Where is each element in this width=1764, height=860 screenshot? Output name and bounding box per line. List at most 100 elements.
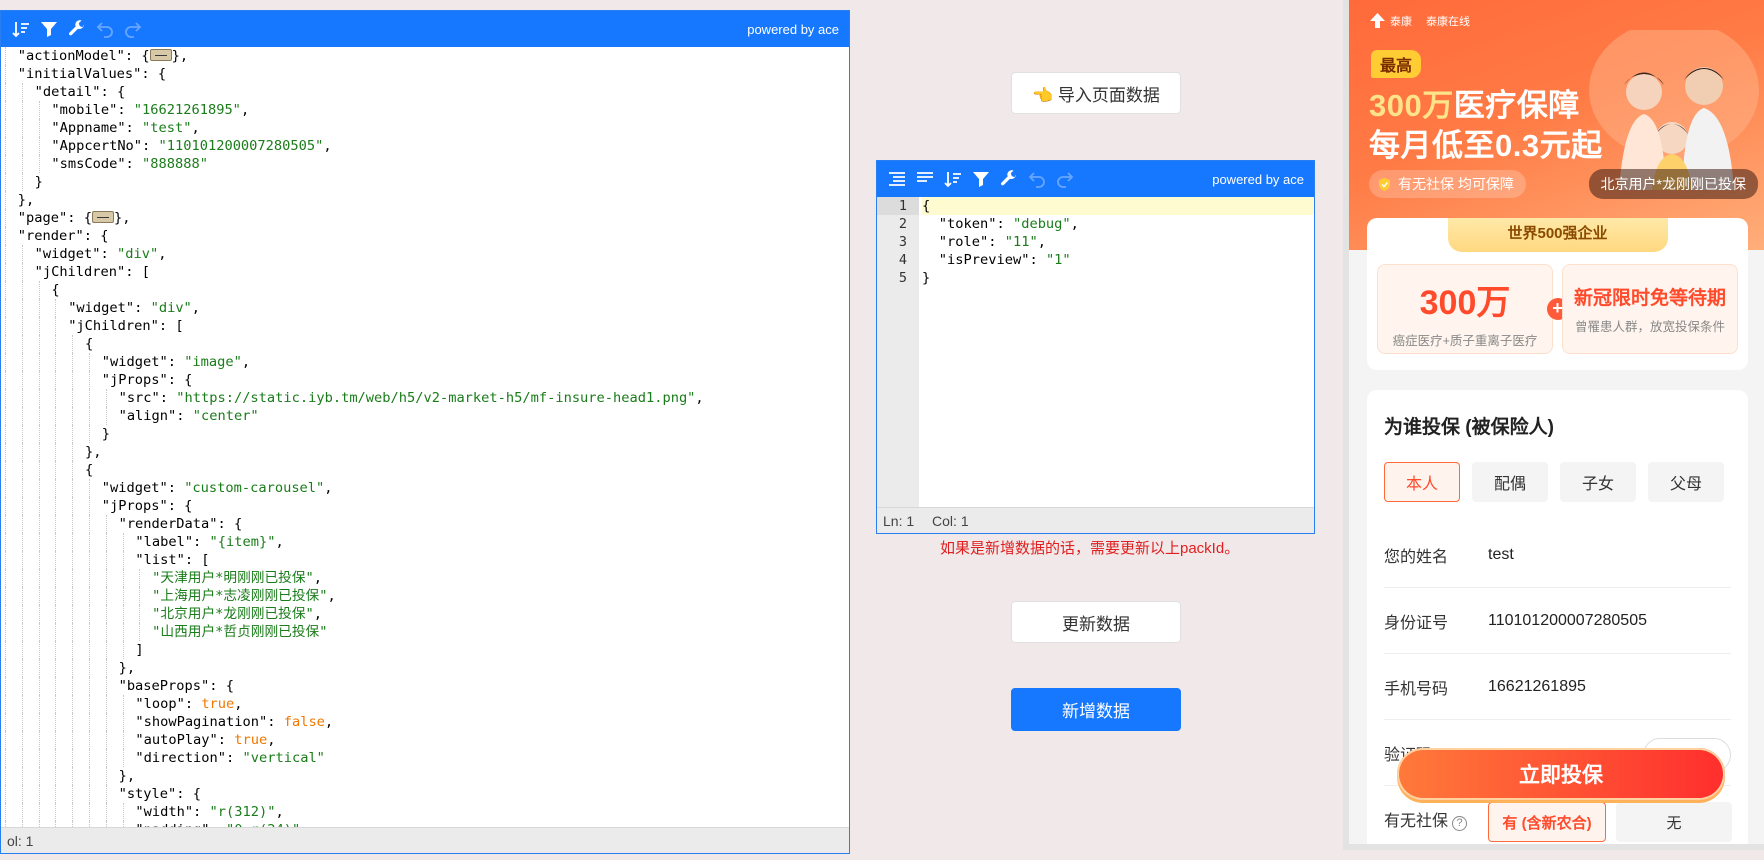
phone-field[interactable]: 16621261895 (1488, 678, 1586, 696)
params-json-editor[interactable]: powered by ace 12 3 4 5 {"token": "debug", "… (876, 160, 1315, 534)
code-line: } (922, 270, 931, 286)
code-line: "山西用户*哲贞刚刚已投保" (1, 623, 849, 641)
sort-icon[interactable] (7, 15, 35, 43)
editor-toolbar: powered by ace (877, 161, 1314, 197)
code-line: }, (1, 659, 849, 677)
filter-icon[interactable] (967, 165, 995, 193)
insured-parent-option[interactable]: 父母 (1648, 462, 1724, 502)
code-line: "render": { (1, 227, 849, 245)
code-line: "autoPlay": true, (1, 731, 849, 749)
code-line: "role": "11", (938, 234, 1046, 250)
feature-covid: 新冠限时免等待期 曾罹患人群，放宽投保条件 (1562, 264, 1738, 354)
code-line: "mobile": "16621261895", (1, 101, 849, 119)
add-data-button[interactable]: 新增数据 (1011, 688, 1181, 731)
feature-covid-title: 新冠限时免等待期 (1573, 288, 1726, 309)
code-line: { (1, 461, 849, 479)
code-line: }, (1, 767, 849, 785)
fold-widget-icon[interactable] (149, 49, 172, 61)
phone-field-row[interactable]: 手机号码 16621261895 (1384, 654, 1731, 720)
code-line: "widget": "custom-carousel", (1, 479, 849, 497)
brand-logo: 泰康 泰康在线 (1369, 12, 1470, 29)
redo-icon[interactable] (1051, 165, 1079, 193)
code-line: "showPagination": false, (1, 713, 849, 731)
code-line: "renderData": { (1, 515, 849, 533)
phone-label: 手机号码 (1384, 680, 1449, 698)
line-number: 2 (898, 216, 907, 232)
code-line: "loop": true, (1, 695, 849, 713)
help-icon[interactable]: ? (1452, 816, 1468, 831)
update-data-button[interactable]: 更新数据 (1011, 601, 1181, 643)
status-line: Ln: 1 (883, 513, 915, 529)
editor-status-bar: ol: 1 (1, 827, 849, 853)
social-security-label: 有无社保? (1384, 807, 1488, 831)
code-line: "actionModel": {}, (1, 47, 849, 65)
social-yes-option[interactable]: 有 (含新农合) (1488, 802, 1606, 842)
format-icon[interactable] (883, 165, 911, 193)
code-line: "page": {}, (1, 209, 849, 227)
name-field-row[interactable]: 您的姓名 test (1384, 522, 1731, 588)
code-line: "jChildren": [ (1, 263, 849, 281)
line-number: 1 (877, 197, 919, 215)
code-line: "initialValues": { (1, 65, 849, 83)
id-label: 身份证号 (1384, 614, 1449, 632)
logo-text: 泰康 (1390, 15, 1412, 28)
headline-coverage: 300万医疗保障 (1369, 80, 1580, 125)
code-line: { (1, 281, 849, 299)
code-line: "widget": "div", (1, 299, 849, 317)
code-line: "Appname": "test", (1, 119, 849, 137)
buy-now-button[interactable]: 立即投保 (1397, 748, 1725, 800)
code-line: "style": { (1, 785, 849, 803)
form-title: 为谁投保 (被保险人) (1384, 417, 1554, 438)
code-line: "width": "r(312)", (1, 803, 849, 821)
feature-coverage: 300万 癌症医疗+质子重离子医疗 (1377, 264, 1553, 354)
wrench-icon[interactable] (63, 15, 91, 43)
social-security-note: 有无社保 均可保障 (1369, 170, 1526, 198)
page-json-editor[interactable]: powered by ace "actionModel": {}, "initia… (0, 10, 850, 854)
filter-icon[interactable] (35, 15, 63, 43)
code-line: { (1, 335, 849, 353)
code-line: "detail": { (1, 83, 849, 101)
id-number-field[interactable]: 110101200007280505 (1488, 612, 1647, 630)
code-line: ] (1, 641, 849, 659)
line-number: 4 (898, 252, 907, 268)
powered-by-label: powered by ace (747, 22, 839, 37)
taikang-logo-icon (1370, 13, 1385, 28)
purchase-carousel: 北京用户*龙刚刚已投保 (1588, 169, 1758, 199)
id-field-row[interactable]: 身份证号 110101200007280505 (1384, 588, 1731, 654)
family-illustration (1589, 30, 1759, 190)
name-field[interactable]: test (1488, 546, 1514, 564)
feature-coverage-amount: 300万 (1419, 284, 1511, 322)
editor-status-bar: Ln: 1 Col: 1 (877, 507, 1314, 533)
feature-card: 世界500强企业 300万 癌症医疗+质子重离子医疗 + 新冠限时免等待期 曾罹… (1367, 218, 1748, 370)
code-line: "天津用户*明刚刚已投保", (1, 569, 849, 587)
code-line: "jProps": { (1, 497, 849, 515)
headline-text: 医疗保障 (1453, 88, 1580, 123)
code-line: "label": "{item}", (1, 533, 849, 551)
insured-self-option[interactable]: 本人 (1384, 462, 1460, 502)
code-line: "isPreview": "1" (938, 252, 1071, 268)
status-col: Col: 1 (932, 513, 969, 529)
fold-widget-icon[interactable] (91, 211, 114, 223)
fortune-500-tag: 世界500强企业 (1447, 218, 1668, 252)
headline-amount: 300万 (1369, 88, 1454, 123)
line-number-gutter: 12 3 4 5 (877, 197, 919, 507)
sort-icon[interactable] (939, 165, 967, 193)
insured-spouse-option[interactable]: 配偶 (1472, 462, 1548, 502)
code-line: "上海用户*志凌刚刚已投保", (1, 587, 849, 605)
redo-icon[interactable] (119, 15, 147, 43)
insured-child-option[interactable]: 子女 (1560, 462, 1636, 502)
code-line: } (1, 173, 849, 191)
code-line: "jChildren": [ (1, 317, 849, 335)
undo-icon[interactable] (91, 15, 119, 43)
packid-warning: 如果是新增数据的话，需要更新以上packId。 (940, 540, 1240, 557)
import-page-data-button[interactable]: 👈 导入页面数据 (1011, 72, 1181, 114)
compact-icon[interactable] (911, 165, 939, 193)
code-area[interactable]: "actionModel": {}, "initialValues": {"det… (1, 47, 849, 827)
social-no-option[interactable]: 无 (1616, 802, 1732, 842)
headline-price: 每月低至0.3元起 (1369, 128, 1603, 163)
code-line: "list": [ (1, 551, 849, 569)
undo-icon[interactable] (1023, 165, 1051, 193)
code-area[interactable]: {"token": "debug", "role": "11", "isPrevie… (919, 197, 1314, 507)
wrench-icon[interactable] (995, 165, 1023, 193)
hero-banner: 泰康 泰康在线 最高 300万医疗保障 每月低至0.3元起 有无社保 均可保障 … (1349, 0, 1764, 250)
